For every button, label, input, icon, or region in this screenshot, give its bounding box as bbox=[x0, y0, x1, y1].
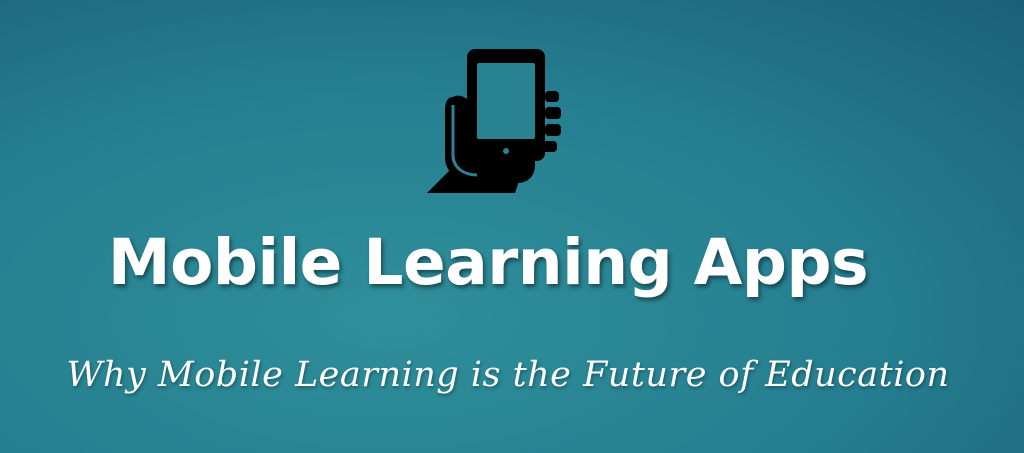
page-subtitle: Why Mobile Learning is the Future of Edu… bbox=[66, 355, 950, 395]
page-title: Mobile Learning Apps bbox=[107, 226, 869, 299]
hero-banner: Mobile Learning Apps Why Mobile Learning… bbox=[0, 0, 1024, 453]
hand-holding-phone-icon bbox=[427, 49, 561, 193]
